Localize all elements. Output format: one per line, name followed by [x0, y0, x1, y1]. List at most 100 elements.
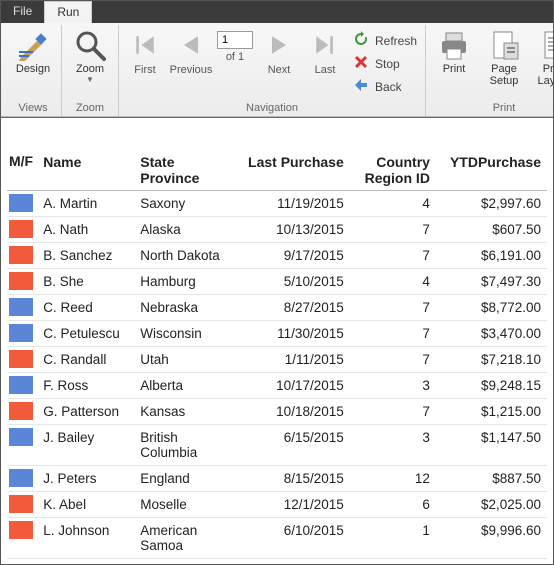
table-row: J. PetersEngland8/15/201512$887.50	[7, 466, 547, 492]
cell-name: C. Petulescu	[37, 321, 134, 347]
cell-state: Wisconsin	[134, 321, 242, 347]
table-row: G. PattersonKansas10/18/20157$1,215.00	[7, 399, 547, 425]
print-label: Print	[443, 63, 466, 75]
zoom-label: Zoom	[76, 63, 104, 75]
last-icon	[311, 31, 339, 62]
design-icon	[17, 29, 49, 61]
back-label: Back	[375, 80, 402, 94]
page-setup-icon	[488, 29, 520, 61]
page-setup-label: Page Setup	[490, 63, 519, 87]
table-row: K. AbelMoselle12/1/20156$2,025.00	[7, 492, 547, 518]
mf-swatch-cell	[7, 399, 37, 425]
cell-country: 6	[350, 492, 436, 518]
group-navigation-label: Navigation	[246, 100, 298, 116]
tab-run[interactable]: Run	[44, 1, 92, 23]
cell-name: F. Ross	[37, 373, 134, 399]
first-button[interactable]: First	[125, 27, 165, 76]
cell-ytd: $2,025.00	[436, 492, 547, 518]
previous-button[interactable]: Previous	[171, 27, 211, 76]
col-last-purchase: Last Purchase	[242, 150, 350, 191]
cell-state: Saxony	[134, 191, 242, 217]
cell-country: 7	[350, 399, 436, 425]
table-row: A. MartinSaxony11/19/20154$2,997.60	[7, 191, 547, 217]
report-viewport[interactable]: M/F Name State Province Last Purchase Co…	[1, 117, 553, 564]
mf-swatch-cell	[7, 217, 37, 243]
table-row: F. RossAlberta10/17/20153$9,248.15	[7, 373, 547, 399]
female-swatch-icon	[9, 521, 33, 539]
cell-name: J. Bailey	[37, 425, 134, 466]
design-button[interactable]: Design	[11, 27, 55, 77]
cell-state: Moselle	[134, 492, 242, 518]
cell-state: Nebraska	[134, 295, 242, 321]
cell-ytd: $9,248.15	[436, 373, 547, 399]
group-views-label: Views	[18, 100, 47, 116]
first-icon	[131, 31, 159, 62]
group-print-label: Print	[493, 100, 516, 116]
cell-name: C. Randall	[37, 347, 134, 373]
cell-state: North Dakota	[134, 243, 242, 269]
cell-last-purchase: 8/27/2015	[242, 295, 350, 321]
cell-ytd: $6,191.00	[436, 243, 547, 269]
table-row: C. ReedNebraska8/27/20157$8,772.00	[7, 295, 547, 321]
table-row: C. PetulescuWisconsin11/30/20157$3,470.0…	[7, 321, 547, 347]
cell-state: Kansas	[134, 399, 242, 425]
back-icon	[353, 77, 369, 96]
cell-state: Alberta	[134, 373, 242, 399]
col-name: Name	[37, 150, 134, 191]
cell-last-purchase: 10/17/2015	[242, 373, 350, 399]
ribbon: Design Views Zoom ▼ Zoom	[1, 23, 553, 117]
table-row: J. BaileyBritish Columbia6/15/20153$1,14…	[7, 425, 547, 466]
cell-country: 7	[350, 321, 436, 347]
cell-name: J. Peters	[37, 466, 134, 492]
mf-swatch-cell	[7, 492, 37, 518]
cell-state: British Columbia	[134, 425, 242, 466]
print-button[interactable]: Print	[432, 27, 476, 77]
group-print: Print Page Setup Print Layout Print	[426, 25, 554, 116]
mf-swatch-cell	[7, 191, 37, 217]
first-label: First	[134, 64, 155, 76]
design-label: Design	[16, 63, 50, 75]
male-swatch-icon	[9, 324, 33, 342]
male-swatch-icon	[9, 469, 33, 487]
refresh-icon	[353, 31, 369, 50]
cell-ytd: $887.50	[436, 466, 547, 492]
table-row: L. JohnsonAmerican Samoa6/10/20151$9,996…	[7, 518, 547, 559]
mf-swatch-cell	[7, 347, 37, 373]
cell-country: 7	[350, 347, 436, 373]
cell-last-purchase: 5/10/2015	[242, 269, 350, 295]
cell-ytd: $1,147.50	[436, 425, 547, 466]
page-setup-button[interactable]: Page Setup	[482, 27, 526, 89]
dropdown-caret-icon: ▼	[86, 75, 94, 84]
stop-button[interactable]: Stop	[353, 54, 417, 73]
previous-label: Previous	[170, 64, 213, 76]
table-row: B. SanchezNorth Dakota9/17/20157$6,191.0…	[7, 243, 547, 269]
cell-state: Hamburg	[134, 269, 242, 295]
table-row: B. SheHamburg5/10/20154$7,497.30	[7, 269, 547, 295]
col-mf: M/F	[7, 150, 37, 191]
cell-name: A. Nath	[37, 217, 134, 243]
mf-swatch-cell	[7, 321, 37, 347]
last-button[interactable]: Last	[305, 27, 345, 76]
refresh-label: Refresh	[375, 34, 417, 48]
last-label: Last	[315, 64, 336, 76]
cell-state: Utah	[134, 347, 242, 373]
back-button[interactable]: Back	[353, 77, 417, 96]
next-button[interactable]: Next	[259, 27, 299, 76]
cell-ytd: $3,470.00	[436, 321, 547, 347]
page-current-input[interactable]	[217, 31, 253, 49]
print-layout-button[interactable]: Print Layout	[532, 27, 554, 89]
zoom-button[interactable]: Zoom ▼	[68, 27, 112, 86]
stop-icon	[353, 54, 369, 73]
tab-file[interactable]: File	[1, 1, 44, 23]
magnifier-icon	[74, 29, 106, 61]
page-of-label: of 1	[226, 51, 244, 63]
cell-name: B. She	[37, 269, 134, 295]
printer-icon	[438, 29, 470, 61]
mf-swatch-cell	[7, 518, 37, 559]
next-label: Next	[268, 64, 291, 76]
cell-ytd: $607.50	[436, 217, 547, 243]
cell-last-purchase: 6/10/2015	[242, 518, 350, 559]
refresh-button[interactable]: Refresh	[353, 31, 417, 50]
print-layout-label: Print Layout	[538, 63, 554, 87]
female-swatch-icon	[9, 495, 33, 513]
